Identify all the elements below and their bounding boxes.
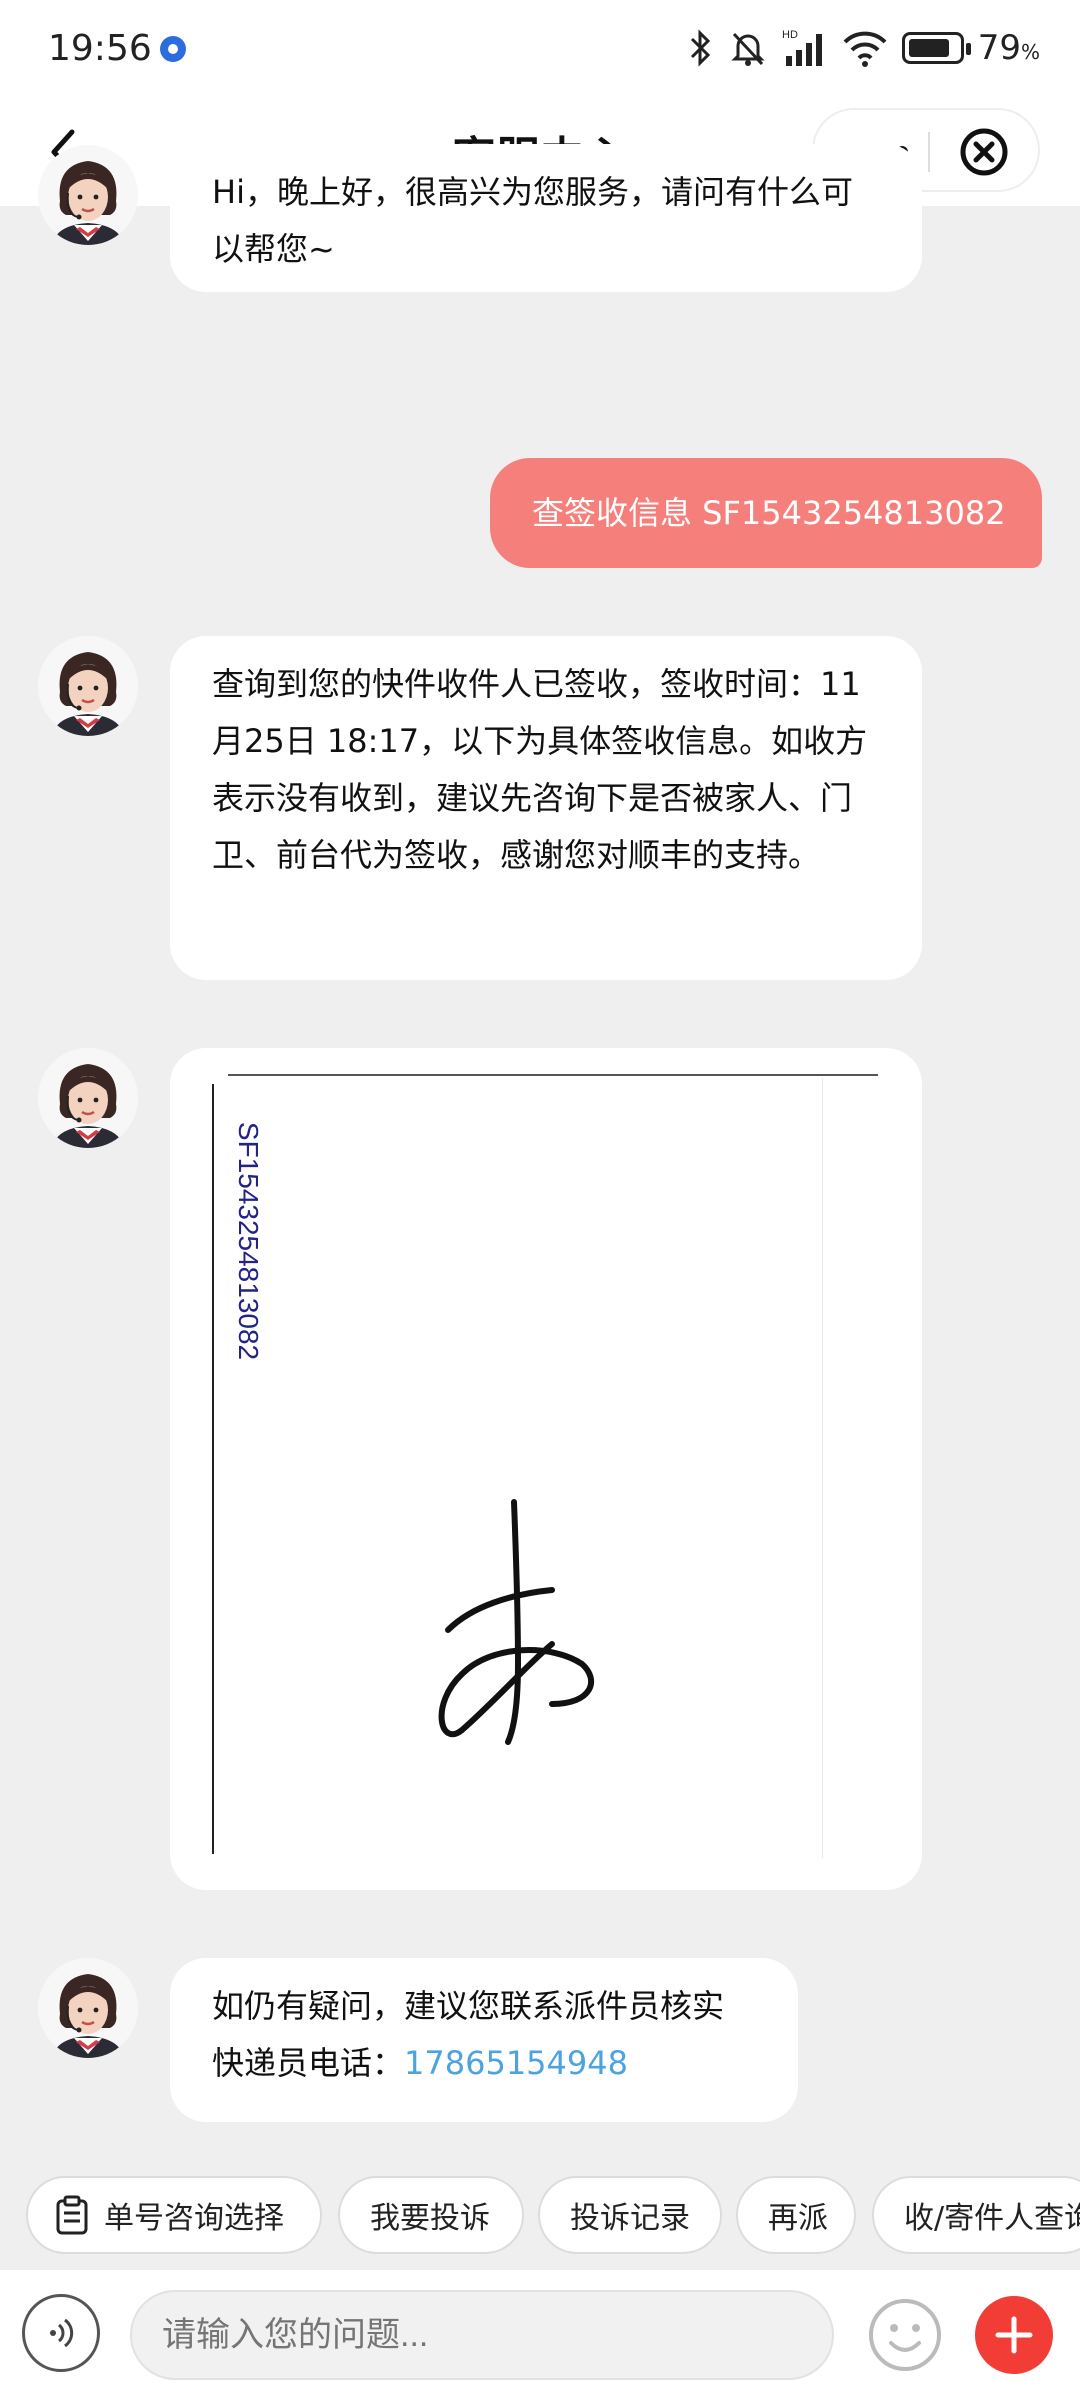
emoji-button[interactable] <box>866 2296 944 2374</box>
app-notification-icon <box>160 36 186 62</box>
courier-phone-link[interactable]: 17865154948 <box>404 2044 628 2082</box>
handwritten-signature-icon <box>438 1499 595 1745</box>
capsule-divider <box>928 132 930 172</box>
status-time: 19:56 <box>48 28 152 69</box>
agent-avatar <box>38 1958 138 2058</box>
quick-action-complaint-records[interactable]: 投诉记录 <box>538 2176 722 2254</box>
agent-message-greeting: Hi，晚上好，很高兴为您服务，请问有什么可以帮您~ <box>170 144 922 292</box>
clipboard-icon <box>56 2195 88 2235</box>
voice-icon <box>50 2318 74 2348</box>
quick-action-sender-receiver-query[interactable]: 收/寄件人查询 <box>872 2176 1080 2254</box>
close-circle-icon <box>960 128 1008 176</box>
agent-message-sign-info: 查询到您的快件收件人已签收，签收时间：11月25日 18:17，以下为具体签收信… <box>170 636 922 980</box>
signature-waybill-number: SF1543254813082 <box>233 1121 264 1361</box>
smiley-icon <box>869 2299 941 2371</box>
mute-bell-icon <box>728 28 768 68</box>
contact-text-line1: 如仍有疑问，建议您联系派件员核实 <box>212 1987 725 2025</box>
bluetooth-icon <box>688 28 714 68</box>
status-bar: 19:56 HD 79% <box>0 0 1080 100</box>
quick-action-redeliver[interactable]: 再派 <box>736 2176 856 2254</box>
signature-frame-top <box>228 1074 878 1076</box>
message-input[interactable] <box>130 2290 834 2380</box>
user-message: 查签收信息 SF1543254813082 <box>490 458 1042 568</box>
status-icons: HD 79% <box>688 26 1040 70</box>
contact-text-line2: 快递员电话：17865154948 <box>212 2044 628 2082</box>
agent-avatar <box>38 1048 138 1148</box>
plus-button[interactable] <box>975 2296 1053 2374</box>
signature-frame-left <box>212 1084 214 1854</box>
agent-message-contact: 如仍有疑问，建议您联系派件员核实 快递员电话：17865154948 <box>170 1958 798 2122</box>
close-button[interactable] <box>956 124 1012 180</box>
battery-icon <box>901 32 971 64</box>
wifi-icon <box>842 28 888 68</box>
quick-actions-bar: 单号咨询选择 我要投诉 投诉记录 再派 收/寄件人查询 <box>0 2176 1080 2264</box>
network-label: HD <box>782 29 798 41</box>
signature-frame-right <box>822 1078 823 1858</box>
quick-action-complaint[interactable]: 我要投诉 <box>338 2176 524 2254</box>
agent-avatar <box>38 145 138 245</box>
agent-avatar <box>38 636 138 736</box>
agent-message-signature: SF1543254813082 <box>170 1048 922 1890</box>
battery-percent: 79% <box>977 28 1040 68</box>
quick-action-waybill-select[interactable]: 单号咨询选择 <box>26 2176 322 2254</box>
signature-image[interactable]: SF1543254813082 <box>212 1074 878 1864</box>
signal-icon: HD <box>782 28 828 68</box>
input-bar <box>0 2270 1080 2400</box>
voice-button[interactable] <box>22 2294 100 2372</box>
plus-icon <box>995 2316 1033 2354</box>
